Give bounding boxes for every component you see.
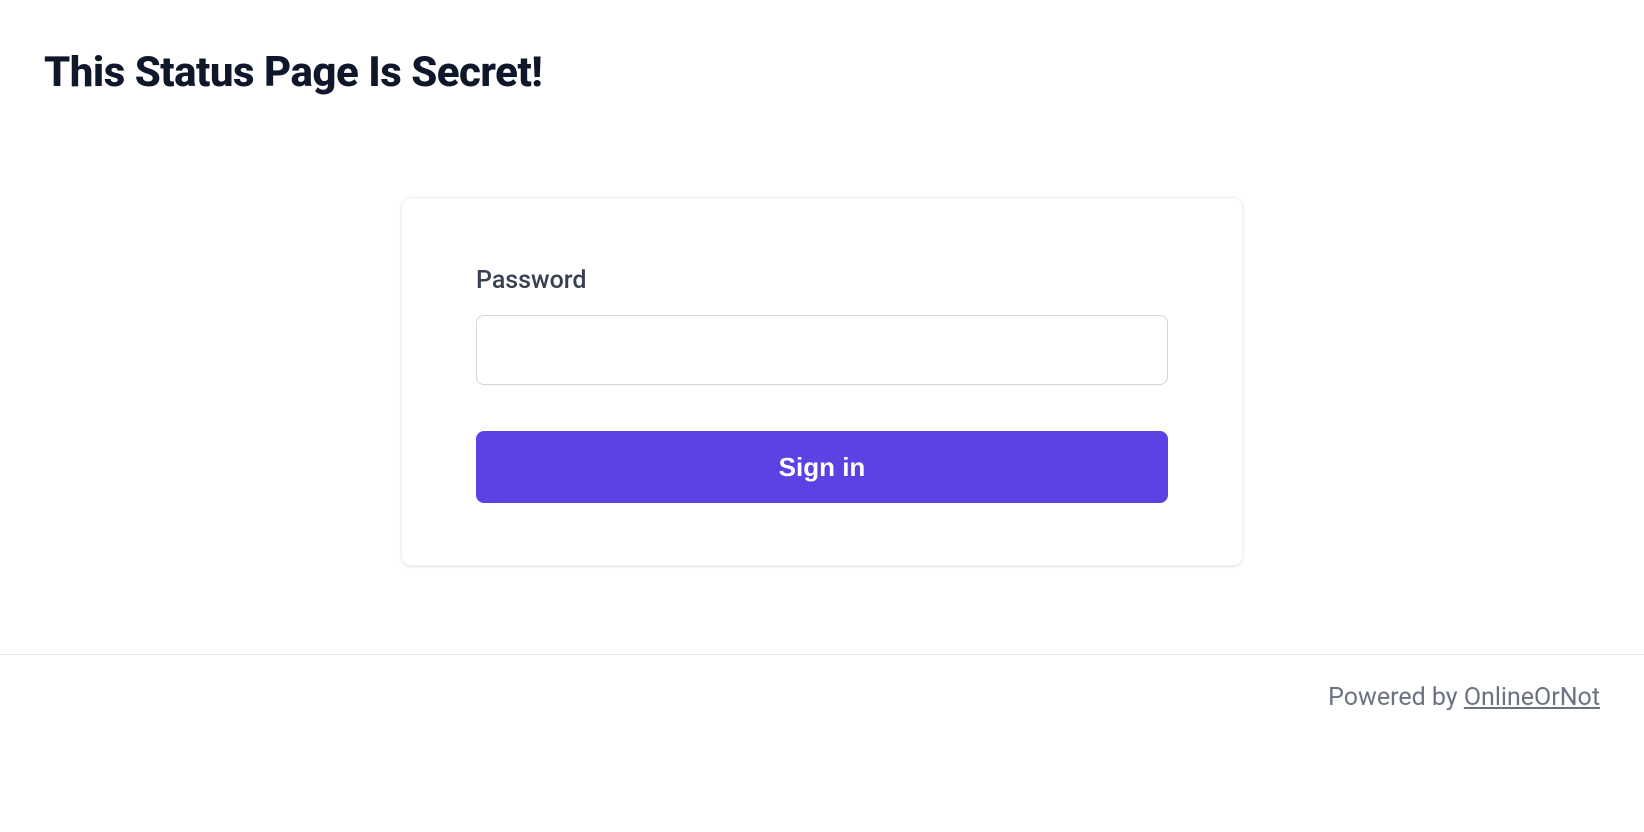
powered-by-prefix: Powered by [1328, 683, 1464, 712]
signin-card: Password Sign in [401, 197, 1243, 566]
password-input[interactable] [476, 315, 1168, 385]
footer: Powered by OnlineOrNot [0, 654, 1644, 712]
signin-button[interactable]: Sign in [476, 431, 1168, 503]
powered-by-link[interactable]: OnlineOrNot [1464, 683, 1600, 712]
powered-by-text: Powered by OnlineOrNot [1328, 683, 1600, 712]
password-label: Password [476, 266, 1168, 295]
page-title: This Status Page Is Secret! [44, 48, 1600, 97]
